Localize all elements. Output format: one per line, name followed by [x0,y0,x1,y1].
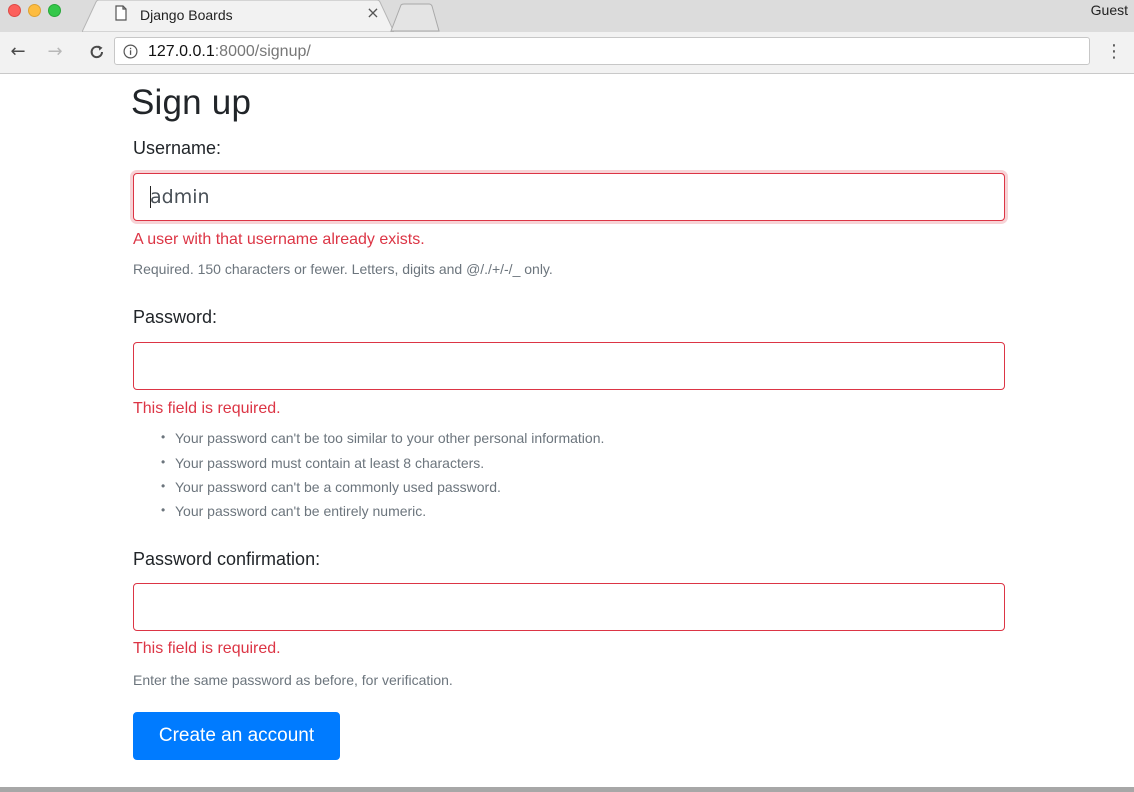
window-bottom-edge [0,787,1134,792]
text-cursor [150,186,151,208]
tab-close-icon[interactable]: × [365,5,381,21]
close-window-button[interactable] [8,4,21,17]
list-item: Your password can't be a commonly used p… [161,479,501,495]
create-account-button[interactable]: Create an account [133,712,340,760]
tab-title: Django Boards [140,7,233,23]
url-host: 127.0.0.1 [148,43,215,60]
back-arrow-icon[interactable]: ← [7,41,29,63]
forward-arrow-icon[interactable]: → [44,41,66,63]
browser-tab[interactable]: Django Boards × [82,0,394,32]
info-icon[interactable] [123,44,138,64]
address-bar[interactable]: 127.0.0.1:8000/signup/ [114,37,1090,65]
password-confirmation-label: Password confirmation: [133,549,321,569]
username-label: Username: [133,138,222,158]
page-icon [114,5,128,26]
password-error: This field is required. [133,400,281,417]
password-confirmation-error: This field is required. [133,640,281,657]
profile-name[interactable]: Guest [1091,2,1128,18]
username-help: Required. 150 characters or fewer. Lette… [133,261,553,277]
browser-menu-icon[interactable]: ⋮ [1104,40,1124,64]
list-item: Your password must contain at least 8 ch… [161,455,484,471]
password-input[interactable] [133,342,1005,390]
password-confirmation-input[interactable] [133,583,1005,631]
list-item: Your password can't be entirely numeric. [161,503,426,519]
browser-tab-bar: Django Boards × Guest [0,0,1134,32]
url-path: :8000/signup/ [214,43,311,60]
password-confirmation-help: Enter the same password as before, for v… [133,672,453,688]
reload-icon[interactable] [86,41,108,63]
maximize-window-button[interactable] [48,4,61,17]
page-viewport: Sign up Username: admin A user with that… [0,75,1134,792]
page-title: Sign up [131,83,252,122]
username-error: A user with that username already exists… [133,231,425,248]
username-value: admin [150,186,210,208]
list-item: Your password can't be too similar to yo… [161,430,604,446]
tab-shape [82,0,394,32]
browser-toolbar: ← → 127.0.0.1:8000/signup/ ⋮ [0,32,1134,74]
username-input[interactable]: admin [133,173,1005,221]
url-text: 127.0.0.1:8000/signup/ [148,43,311,61]
password-label: Password: [133,307,218,327]
minimize-window-button[interactable] [28,4,41,17]
